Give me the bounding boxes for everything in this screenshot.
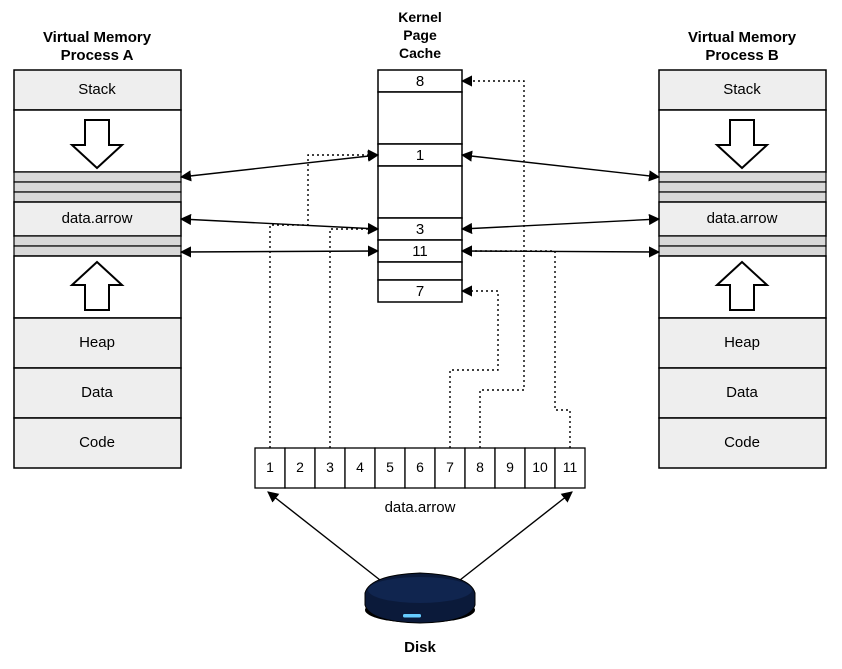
disk-icon [365,573,475,623]
disk-cell-9: 9 [506,459,514,475]
dash-disk3-to-cache3 [330,229,378,448]
vm-b-heap: Heap [724,334,760,351]
title-mid-2: Page [403,27,437,43]
vm-process-a: Stack data.arrow Heap Data Code [14,70,181,468]
vm-process-b: Stack data.arrow Heap Data Code [659,70,826,468]
dash-disk8-to-cache8 [462,81,524,448]
vm-a-stack: Stack [78,81,116,98]
edge-b-top-to-cache1 [462,155,659,177]
disk-cell-2: 2 [296,459,304,475]
title-left-2: Process A [61,47,134,64]
disk-to-array-right [460,492,572,580]
disk-cell-6: 6 [416,459,424,475]
disk-cell-4: 4 [356,459,364,475]
cache-page-1: 1 [416,147,424,164]
edge-a-mid-to-cache3 [181,219,378,229]
cache-page-7: 7 [416,283,424,300]
title-left-1: Virtual Memory [43,29,152,46]
kernel-page-cache: 8 1 3 11 7 [378,70,462,302]
disk-cell-3: 3 [326,459,334,475]
disk-cell-8: 8 [476,459,484,475]
disk-title: Disk [404,639,436,656]
cache-page-11: 11 [412,243,428,260]
vm-b-data: Data [726,384,758,401]
dash-disk1-to-cache1 [270,155,378,448]
edge-a-top-to-cache1 [181,155,378,177]
disk-cell-5: 5 [386,459,394,475]
disk-cell-7: 7 [446,459,454,475]
title-mid-1: Kernel [398,9,442,25]
title-mid-3: Cache [399,45,441,61]
disk-to-array-left [268,492,380,580]
title-right-1: Virtual Memory [688,29,797,46]
dash-disk7-to-cache7 [450,291,498,448]
cache-page-8: 8 [416,73,424,90]
disk-file-array: 1 2 3 4 5 6 7 8 9 10 11 data.arrow [255,448,585,516]
vm-a-data: Data [81,384,113,401]
disk-cell-10: 10 [532,459,548,475]
dash-disk11-to-cache11 [462,251,570,448]
vm-b-code: Code [724,434,760,451]
disk-file-label: data.arrow [385,499,456,516]
vm-a-heap: Heap [79,334,115,351]
vm-b-mmap: data.arrow [707,210,778,227]
edge-b-mid-to-cache3 [462,219,659,229]
edge-a-bot-to-cache11 [181,251,378,252]
vm-a-code: Code [79,434,115,451]
vm-a-mmap: data.arrow [62,210,133,227]
vm-b-stack: Stack [723,81,761,98]
disk-cell-1: 1 [266,459,274,475]
disk-cell-11: 11 [563,459,578,475]
title-right-2: Process B [705,47,779,64]
cache-page-3: 3 [416,221,424,238]
